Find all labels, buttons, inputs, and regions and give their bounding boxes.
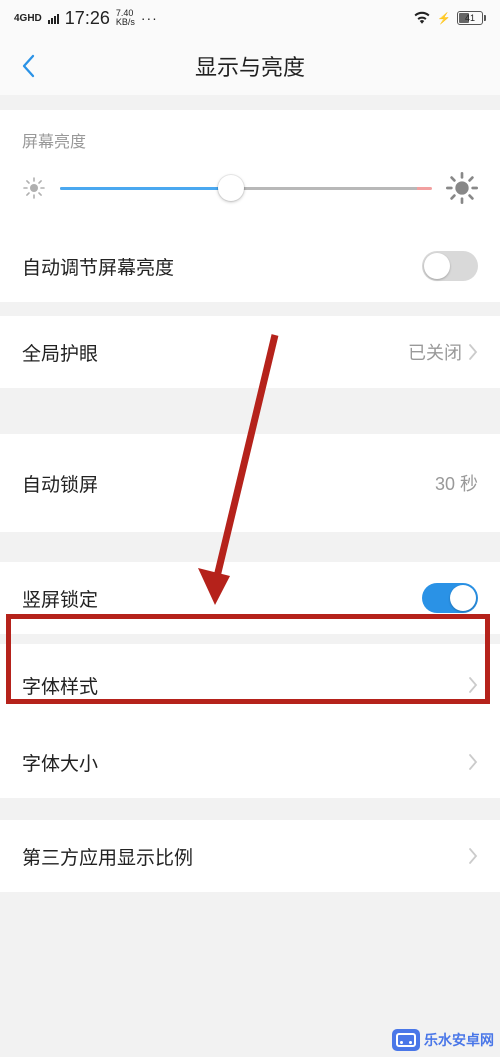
wifi-icon: [413, 10, 431, 27]
row-portrait-lock[interactable]: 竖屏锁定: [0, 562, 500, 634]
row-label: 自动调节屏幕亮度: [22, 253, 174, 280]
net-speed: 7.40KB/s: [116, 9, 135, 27]
status-right: ⚡ 41: [413, 10, 486, 27]
watermark-icon: [392, 1029, 420, 1051]
row-label: 字体样式: [22, 672, 98, 699]
chevron-right-icon: [468, 676, 478, 694]
signal-icon: [48, 12, 59, 24]
brightness-slider-row: [0, 162, 500, 230]
auto-brightness-toggle[interactable]: [422, 251, 478, 281]
watermark: 乐水安卓网: [392, 1029, 494, 1051]
brightness-high-icon: [446, 172, 478, 204]
row-value: 已关闭: [408, 339, 478, 365]
portrait-lock-toggle[interactable]: [422, 583, 478, 613]
row-font-size[interactable]: 字体大小: [0, 726, 500, 798]
row-label: 字体大小: [22, 749, 98, 776]
row-font-style[interactable]: 字体样式: [0, 644, 500, 726]
row-label: 竖屏锁定: [22, 585, 98, 612]
brightness-low-icon: [22, 176, 46, 200]
row-label: 自动锁屏: [22, 470, 98, 497]
clock: 17:26: [65, 8, 110, 29]
watermark-text: 乐水安卓网: [424, 1030, 494, 1050]
row-label: 全局护眼: [22, 339, 98, 366]
header: 显示与亮度: [0, 36, 500, 96]
battery-icon: 41: [457, 11, 486, 25]
chevron-right-icon: [468, 753, 478, 771]
network-label: 4GHD: [14, 13, 42, 24]
brightness-section: 屏幕亮度: [0, 110, 500, 230]
chevron-right-icon: [468, 847, 478, 865]
slider-thumb[interactable]: [218, 175, 244, 201]
battery-percent: 41: [465, 13, 475, 23]
page-title: 显示与亮度: [0, 50, 500, 82]
row-auto-lock[interactable]: 自动锁屏 30 秒: [0, 434, 500, 532]
charging-icon: ⚡: [437, 12, 451, 25]
brightness-label: 屏幕亮度: [0, 110, 500, 162]
slider-fill: [60, 187, 231, 190]
row-eye-protect[interactable]: 全局护眼 已关闭: [0, 316, 500, 388]
chevron-right-icon: [468, 343, 478, 361]
more-dots-icon: ···: [141, 10, 158, 26]
row-value: 30 秒: [435, 470, 478, 496]
status-bar: 4GHD 17:26 7.40KB/s ··· ⚡ 41: [0, 0, 500, 36]
row-label: 第三方应用显示比例: [22, 843, 193, 870]
row-auto-brightness[interactable]: 自动调节屏幕亮度: [0, 230, 500, 302]
brightness-slider[interactable]: [60, 176, 432, 200]
row-third-party-scale[interactable]: 第三方应用显示比例: [0, 820, 500, 892]
status-left: 4GHD 17:26 7.40KB/s ···: [14, 8, 158, 29]
